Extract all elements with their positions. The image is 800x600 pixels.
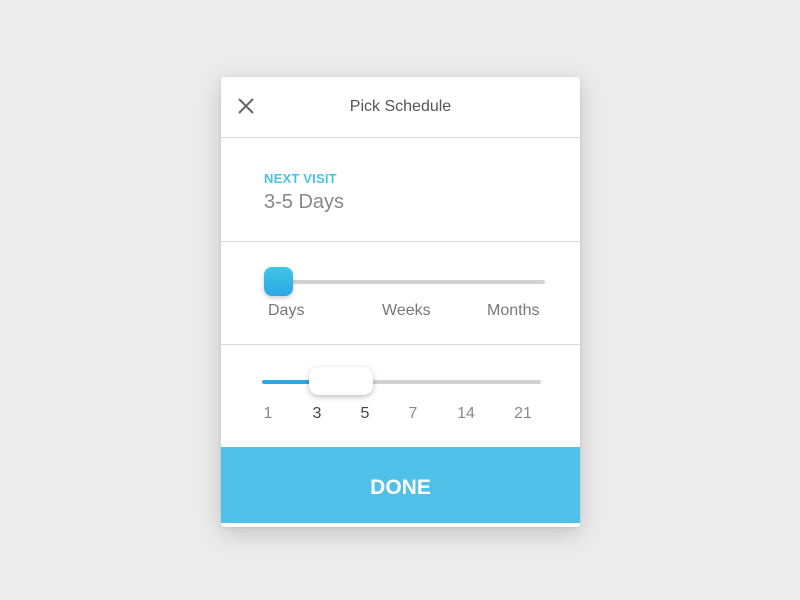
range-tick-14: 14 [457,405,475,422]
unit-option-weeks[interactable]: Weeks [382,302,431,320]
unit-slider-thumb[interactable] [264,267,293,296]
unit-option-months[interactable]: Months [487,302,539,320]
next-visit-value: 3-5 Days [264,191,345,213]
range-tick-3: 3 [312,405,322,422]
range-tick-5: 5 [360,405,370,422]
done-button[interactable]: DONE [221,447,580,523]
dialog-title: Pick Schedule [349,98,452,115]
unit-slider[interactable]: Days Weeks Months [221,242,580,345]
next-visit-section: NEXT VISIT 3-5 Days [221,138,580,242]
range-tick-7: 7 [408,405,418,422]
unit-option-days[interactable]: Days [268,302,304,320]
unit-slider-track[interactable] [271,280,545,284]
schedule-dialog: Pick Schedule NEXT VISIT 3-5 Days Days W… [221,77,580,527]
dialog-header: Pick Schedule [221,77,580,138]
range-slider-thumb[interactable] [309,367,373,395]
range-tick-21: 21 [514,405,532,422]
range-tick-1: 1 [263,405,273,422]
next-visit-label: NEXT VISIT [264,171,337,186]
range-slider[interactable]: 1 3 5 7 14 21 [221,345,580,447]
